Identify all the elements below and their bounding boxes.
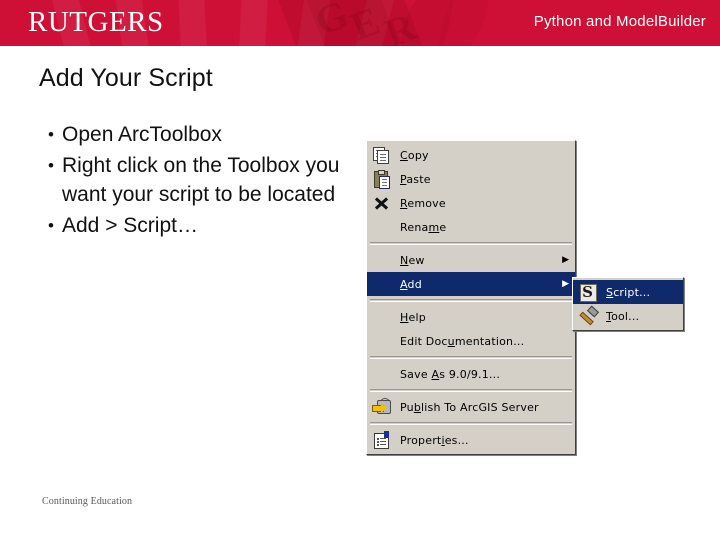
list-item: • Right click on the Toolbox you want yo… <box>40 151 360 209</box>
chevron-right-icon: ▶ <box>562 255 569 265</box>
no-icon <box>371 307 395 327</box>
menu-separator <box>370 389 572 392</box>
menu-item-rename[interactable]: Rename <box>367 215 575 239</box>
watermark-ray <box>176 0 210 46</box>
no-icon <box>371 364 395 384</box>
list-item: • Open ArcToolbox <box>40 120 360 149</box>
page-title: Add Your Script <box>39 64 213 92</box>
submenu-item-label: Tool... <box>606 309 640 323</box>
submenu-item-script[interactable]: S Script... <box>573 280 683 304</box>
menu-item-label: Properties... <box>400 433 469 447</box>
menu-item-save-as[interactable]: Save As 9.0/9.1... <box>367 362 575 386</box>
no-icon <box>371 274 395 294</box>
paste-icon <box>371 169 395 189</box>
menu-item-label: Help <box>400 310 426 324</box>
watermark-letter: E <box>344 0 386 46</box>
header-title: Python and ModelBuilder <box>533 13 706 30</box>
footer-text: Continuing Education <box>42 496 133 507</box>
bullet-text: Open ArcToolbox <box>62 123 222 146</box>
watermark-leaf <box>397 0 455 46</box>
menu-item-publish-to-arcgis-server[interactable]: Publish To ArcGIS Server <box>367 395 575 419</box>
no-icon <box>371 217 395 237</box>
remove-icon <box>371 193 395 213</box>
no-icon <box>371 331 395 351</box>
menu-item-help[interactable]: Help <box>367 305 575 329</box>
menu-separator <box>370 299 572 302</box>
bullet-list: • Open ArcToolbox • Right click on the T… <box>40 120 360 242</box>
properties-icon <box>371 430 395 450</box>
menu-item-label: Edit Documentation... <box>400 334 525 348</box>
submenu-item-tool[interactable]: Tool... <box>573 304 683 328</box>
watermark-seal-inner <box>304 0 402 46</box>
publish-icon <box>371 397 395 417</box>
menu-separator <box>370 242 572 245</box>
watermark-ray <box>345 0 401 46</box>
bullet-text: Add > Script… <box>62 214 198 237</box>
menu-item-label: Save As 9.0/9.1... <box>400 367 501 381</box>
bullet-text: Right click on the Toolbox you want your… <box>62 154 340 206</box>
tool-icon <box>577 305 601 326</box>
watermark-ray <box>291 0 335 46</box>
menu-item-copy[interactable]: Copy <box>367 143 575 167</box>
menu-separator <box>370 422 572 425</box>
watermark-ray <box>236 0 270 46</box>
menu-item-add[interactable]: Add ▶ <box>367 272 575 296</box>
menu-item-edit-documentation[interactable]: Edit Documentation... <box>367 329 575 353</box>
rutgers-logo: RUTGERS <box>28 6 164 38</box>
context-submenu-add: S Script... Tool... <box>572 277 684 331</box>
watermark-seal <box>274 0 428 46</box>
watermark-letter: R <box>378 3 422 46</box>
menu-item-properties[interactable]: Properties... <box>367 428 575 452</box>
menu-item-label: Copy <box>400 148 429 162</box>
menu-item-label: Paste <box>400 172 431 186</box>
bullet-marker: • <box>48 216 54 235</box>
submenu-item-label: Script... <box>606 285 651 299</box>
menu-item-label: Publish To ArcGIS Server <box>400 400 539 414</box>
menu-separator <box>370 356 572 359</box>
bullet-marker: • <box>48 156 54 175</box>
header-banner: G E R RUTGERS Python and ModelBuilder <box>0 0 720 46</box>
menu-item-remove[interactable]: Remove <box>367 191 575 215</box>
watermark-letter: G <box>308 0 354 45</box>
menu-item-label: Add <box>400 277 422 291</box>
context-menu: Copy Paste Remove Rename New ▶ Add ▶ Hel… <box>366 140 576 455</box>
copy-icon <box>371 145 395 165</box>
menu-item-paste[interactable]: Paste <box>367 167 575 191</box>
menu-item-label: Rename <box>400 220 447 234</box>
menu-item-new[interactable]: New ▶ <box>367 248 575 272</box>
bullet-marker: • <box>48 125 54 144</box>
watermark-leaf <box>437 0 493 46</box>
menu-item-label: Remove <box>400 196 446 210</box>
menu-item-label: New <box>400 253 425 267</box>
script-icon: S <box>577 282 601 302</box>
list-item: • Add > Script… <box>40 211 360 240</box>
no-icon <box>371 250 395 270</box>
chevron-right-icon: ▶ <box>562 279 569 289</box>
